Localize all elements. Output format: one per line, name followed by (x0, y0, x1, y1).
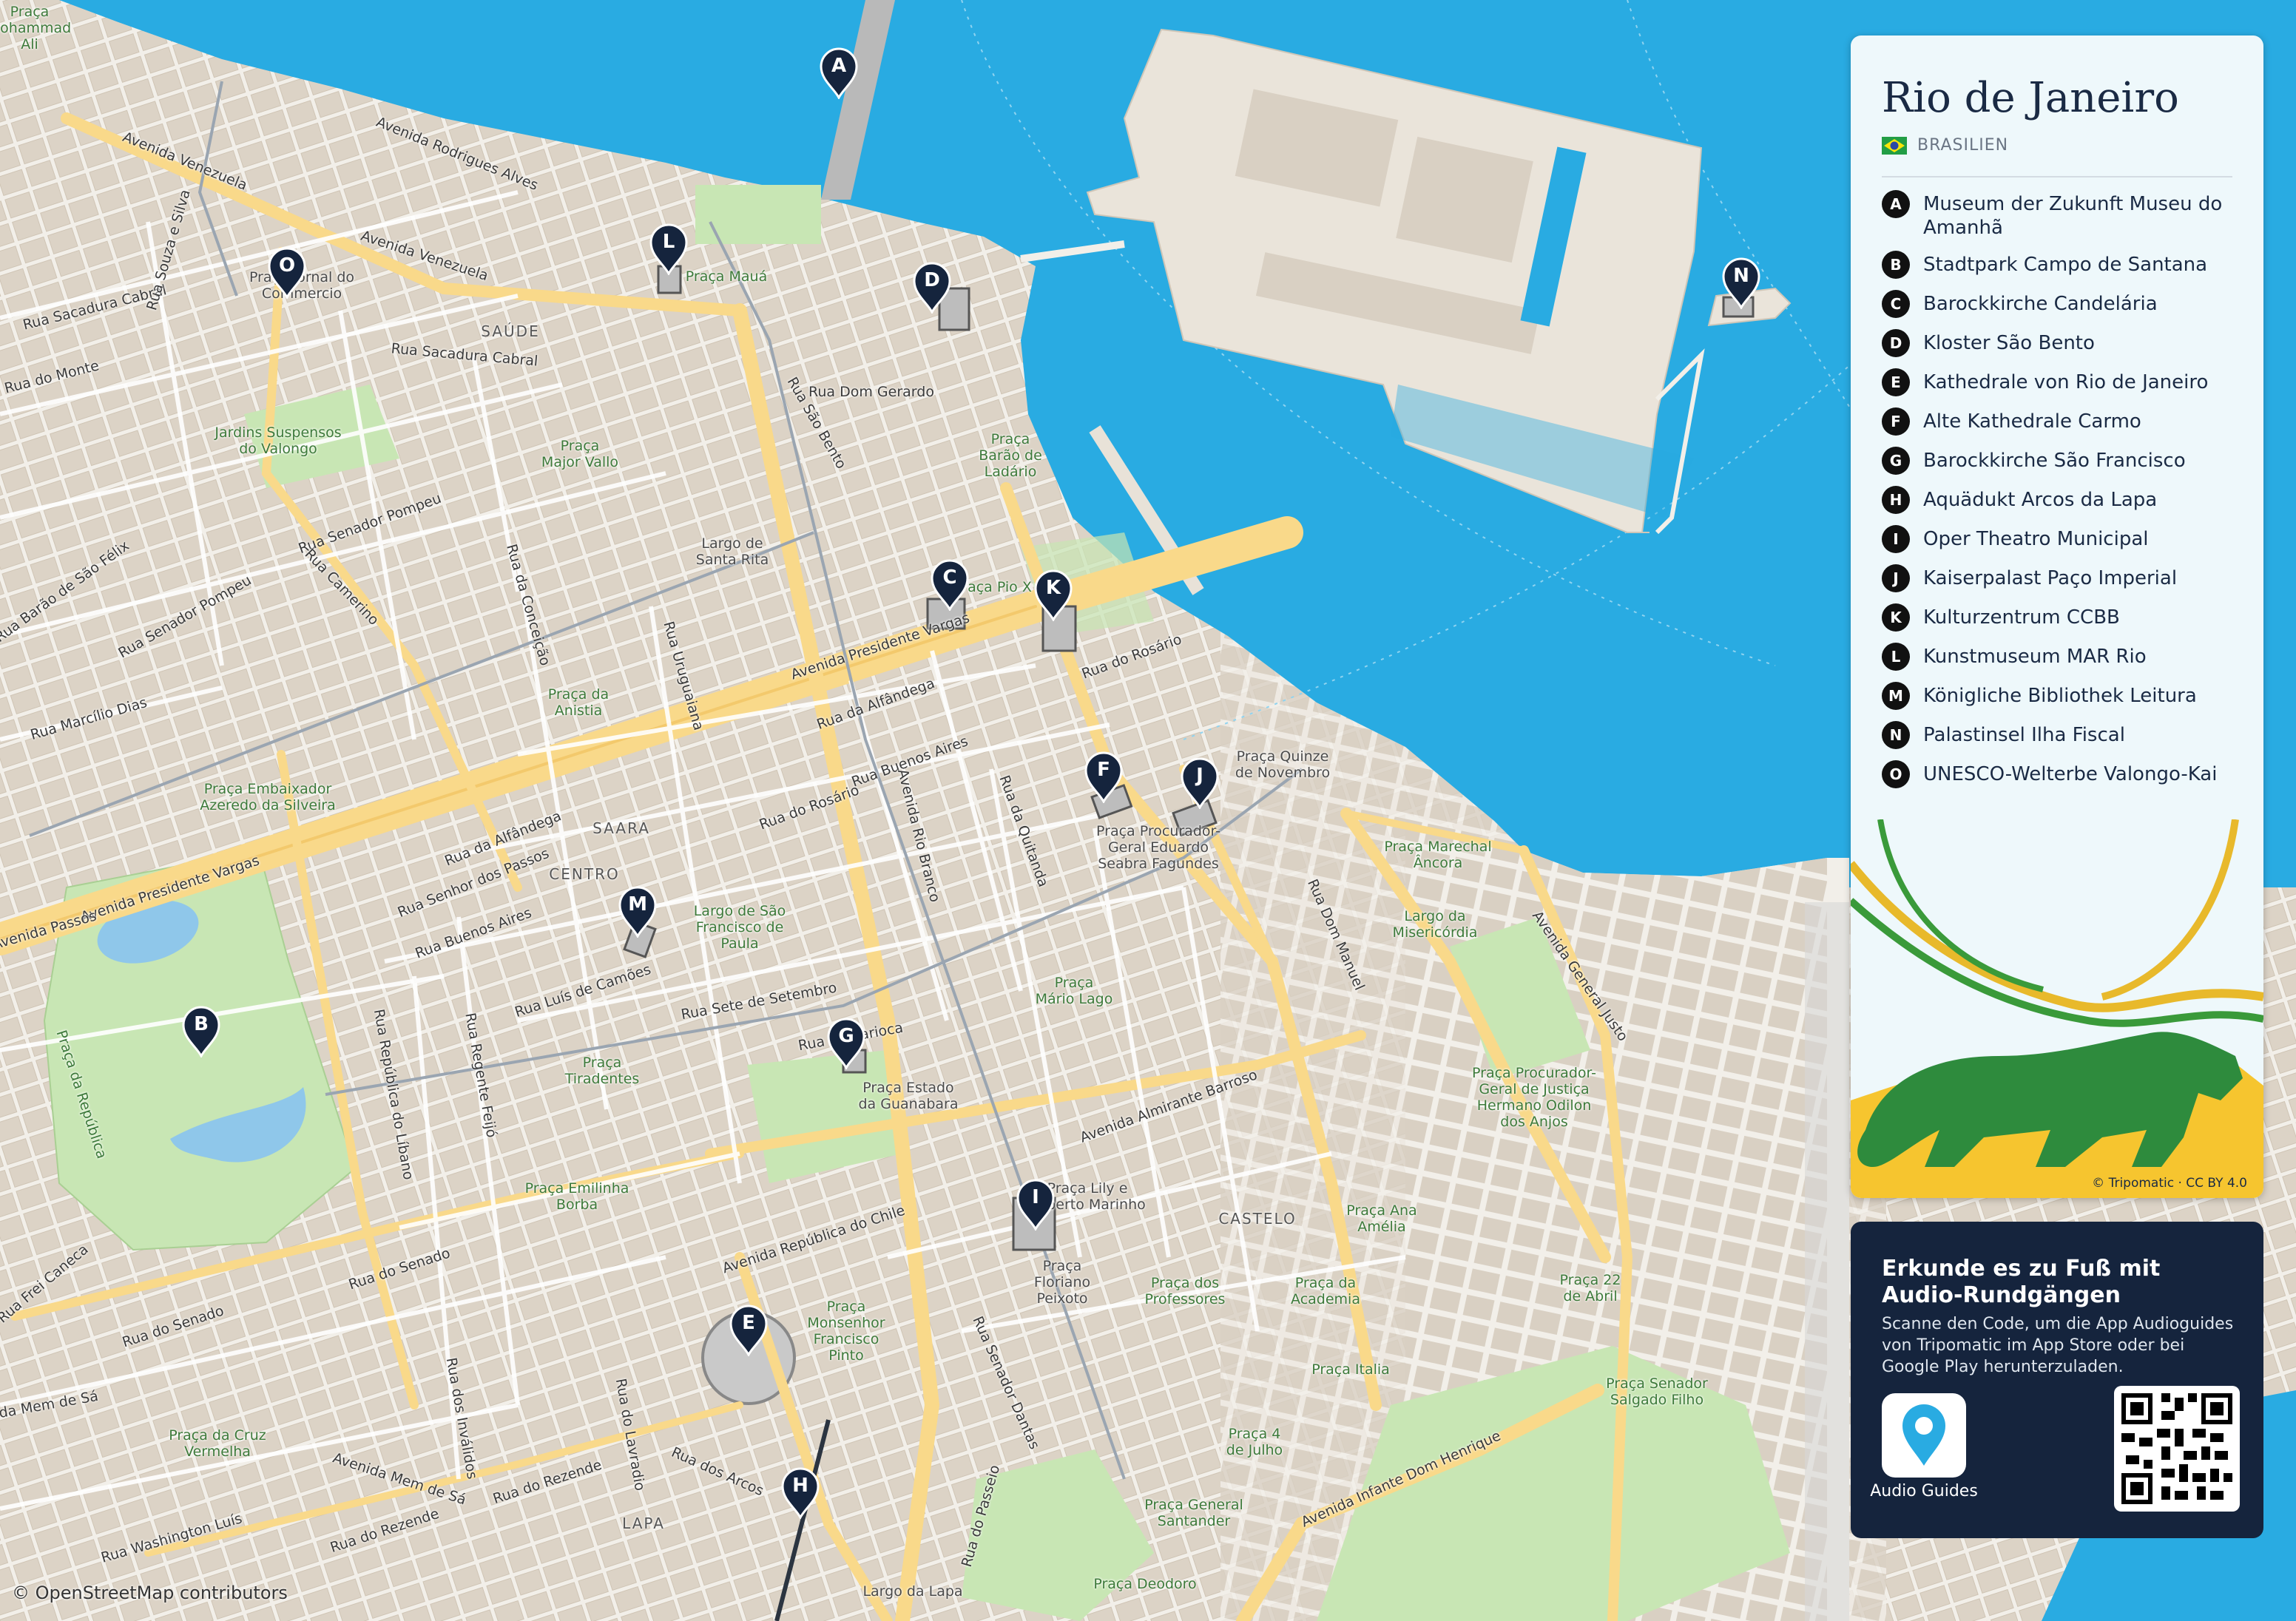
poi-list-item[interactable]: K Kulturzentrum CCBB (1882, 603, 2241, 632)
poi-badge: H (1882, 486, 1910, 514)
poi-marker-letter: M (628, 893, 647, 916)
city-title: Rio de Janeiro (1882, 74, 2179, 122)
poi-badge: I (1882, 525, 1910, 553)
poi-badge: D (1882, 329, 1910, 357)
poi-badge: F (1882, 407, 1910, 436)
poi-marker-letter: E (742, 1312, 755, 1334)
audio-guide-promo: Erkunde es zu Fuß mit Audio-Rundgängen S… (1851, 1222, 2263, 1538)
poi-list-item[interactable]: H Aquädukt Arcos da Lapa (1882, 486, 2241, 514)
poi-name: Barockkirche São Francisco (1923, 450, 2186, 472)
poi-list-item[interactable]: M Königliche Bibliothek Leitura (1882, 682, 2241, 710)
poi-marker-b[interactable]: B (180, 1006, 222, 1057)
praca-maua-park (695, 185, 821, 244)
app-label: Audio Guides (1870, 1482, 1978, 1500)
poi-name: Kloster São Bento (1923, 332, 2095, 354)
poi-badge: J (1882, 564, 1910, 592)
legend-panel: Rio de Janeiro BRASILIEN A Museum der Zuk… (1851, 35, 2263, 1198)
poi-marker-o[interactable]: O (266, 247, 308, 299)
poi-marker-letter: C (942, 566, 957, 589)
poi-badge: A (1882, 190, 1910, 218)
poi-name: Stadtpark Campo de Santana (1923, 254, 2208, 276)
poi-marker-k[interactable]: K (1033, 569, 1074, 621)
poi-marker-h[interactable]: H (780, 1467, 821, 1519)
poi-badge: O (1882, 760, 1910, 788)
jaguar-illustration (1851, 819, 2263, 1198)
airport-area (1805, 902, 1849, 1621)
image-credit: © Tripomatic · CC BY 4.0 (2092, 1176, 2247, 1191)
poi-badge: L (1882, 643, 1910, 671)
poi-name: Palastinsel Ilha Fiscal (1923, 724, 2125, 746)
brazil-flag-icon (1882, 136, 1907, 155)
poi-marker-l[interactable]: L (648, 223, 689, 275)
promo-heading: Erkunde es zu Fuß mit Audio-Rundgängen (1882, 1256, 2161, 1308)
poi-badge: G (1882, 447, 1910, 475)
poi-marker-letter: G (838, 1025, 854, 1047)
poi-badge: N (1882, 721, 1910, 749)
poi-name: Kulturzentrum CCBB (1923, 606, 2120, 629)
poi-marker-letter: K (1045, 577, 1061, 599)
poi-badge: E (1882, 368, 1910, 396)
poi-marker-letter: F (1097, 759, 1110, 781)
poi-marker-letter: H (792, 1475, 808, 1497)
poi-list-item[interactable]: E Kathedrale von Rio de Janeiro (1882, 368, 2241, 396)
poi-name: Kunstmuseum MAR Rio (1923, 646, 2147, 668)
poi-marker-m[interactable]: M (617, 886, 658, 938)
poi-marker-f[interactable]: F (1083, 751, 1124, 803)
poi-marker-letter: I (1032, 1186, 1039, 1208)
poi-marker-d[interactable]: D (911, 262, 953, 314)
poi-list-item[interactable]: L Kunstmuseum MAR Rio (1882, 643, 2241, 671)
poi-marker-letter: B (194, 1013, 209, 1035)
promo-body: Scanne den Code, um die App Audioguides … (1882, 1315, 2234, 1376)
poi-list-item[interactable]: F Alte Kathedrale Carmo (1882, 407, 2241, 436)
poi-marker-g[interactable]: G (825, 1018, 867, 1069)
poi-marker-c[interactable]: C (929, 559, 970, 611)
poi-badge: K (1882, 603, 1910, 632)
poi-marker-letter: A (831, 55, 847, 77)
poi-list-item[interactable]: I Oper Theatro Municipal (1882, 525, 2241, 553)
poi-name: Kathedrale von Rio de Janeiro (1923, 371, 2209, 393)
poi-marker-e[interactable]: E (728, 1304, 769, 1356)
poi-marker-n[interactable]: N (1721, 257, 1762, 309)
poi-badge: M (1882, 682, 1910, 710)
poi-name: Oper Theatro Municipal (1923, 528, 2149, 550)
poi-marker-letter: O (278, 254, 296, 277)
poi-list-item[interactable]: C Barockkirche Candelária (1882, 290, 2241, 318)
poi-list-item[interactable]: J Kaiserpalast Paço Imperial (1882, 564, 2241, 592)
divider (1882, 176, 2232, 177)
poi-list: A Museum der Zukunft Museu do Amanhã B Sta… (1882, 190, 2241, 802)
poi-marker-j[interactable]: J (1179, 757, 1220, 809)
poi-marker-letter: L (662, 231, 675, 253)
country-label: BRASILIEN (1882, 136, 2008, 155)
poi-badge: B (1882, 251, 1910, 279)
poi-marker-letter: N (1733, 265, 1749, 287)
poi-list-item[interactable]: G Barockkirche São Francisco (1882, 447, 2241, 475)
poi-name: Königliche Bibliothek Leitura (1923, 685, 2197, 707)
poi-marker-letter: J (1196, 765, 1203, 787)
poi-list-item[interactable]: O UNESCO-Welterbe Valongo-Kai (1882, 760, 2241, 788)
map-pin-headphone-icon (1902, 1404, 1945, 1466)
qr-code[interactable] (2114, 1386, 2240, 1512)
poi-badge: C (1882, 290, 1910, 318)
poi-list-item[interactable]: B Stadtpark Campo de Santana (1882, 251, 2241, 279)
poi-name: UNESCO-Welterbe Valongo-Kai (1923, 763, 2218, 785)
poi-name: Museum der Zukunft Museu do Amanhã (1923, 193, 2223, 239)
poi-list-item[interactable]: N Palastinsel Ilha Fiscal (1882, 721, 2241, 749)
map-attribution: © OpenStreetMap contributors (12, 1583, 288, 1603)
poi-marker-letter: D (924, 269, 940, 291)
poi-name: Kaiserpalast Paço Imperial (1923, 567, 2178, 589)
poi-name: Barockkirche Candelária (1923, 293, 2158, 315)
poi-marker-i[interactable]: I (1015, 1179, 1056, 1231)
poi-name: Aquädukt Arcos da Lapa (1923, 489, 2158, 511)
country-name: BRASILIEN (1917, 136, 2009, 155)
poi-name: Alte Kathedrale Carmo (1923, 410, 2141, 433)
qr-code-icon (2121, 1393, 2232, 1504)
poi-list-item[interactable]: D Kloster São Bento (1882, 329, 2241, 357)
poi-list-item[interactable]: A Museum der Zukunft Museu do Amanhã (1882, 190, 2241, 240)
audio-guides-app-icon[interactable] (1882, 1393, 1966, 1478)
poi-marker-a[interactable]: A (818, 47, 860, 99)
